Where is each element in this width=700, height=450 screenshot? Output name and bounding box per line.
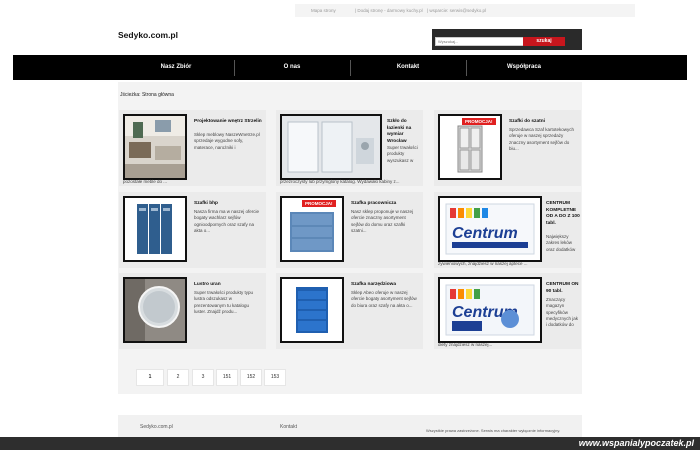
product-title[interactable]: Szafka pracownicza xyxy=(351,201,419,208)
product-title[interactable]: CENTRUM KOMPLETNE OD A DO Z 100 tabl. xyxy=(546,201,580,227)
svg-text:Centrum: Centrum xyxy=(452,225,518,242)
product-title[interactable]: Szkło do łazienki na wymiar Wrocław xyxy=(387,119,421,145)
product-card[interactable]: Centrum CENTRUM ON 90 tabl. Znaczący mag… xyxy=(434,273,581,349)
product-description-more: pozostałe meble do ... xyxy=(123,179,168,184)
nav-item-o-nas[interactable]: O nas xyxy=(235,55,349,80)
page-button-151[interactable]: 151 xyxy=(216,369,238,386)
product-image[interactable] xyxy=(123,277,187,343)
footer-site-name[interactable]: Sedyko.com.pl xyxy=(140,424,173,430)
product-card[interactable]: Projektowanie wnętrz Strzelin Sklep mebl… xyxy=(119,110,266,186)
main-navigation: Nasz Zbiór O nas Kontakt Współpraca xyxy=(13,55,687,80)
page-button-1[interactable]: 1 xyxy=(136,369,164,386)
product-card[interactable]: Lustro uran Super trwałości produkty typ… xyxy=(119,273,266,349)
product-title[interactable]: Lustro uran xyxy=(194,282,262,289)
footer: Sedyko.com.pl Kontakt Wszystkie prawa za… xyxy=(118,415,582,437)
product-image[interactable]: PROMOCJA! xyxy=(438,114,502,180)
sitemap-link[interactable]: Mapa strony xyxy=(311,8,336,13)
product-description: Największy zakres leków oraz dodatków xyxy=(546,234,576,252)
product-title[interactable]: Projektowanie wnętrz Strzelin xyxy=(194,119,262,126)
site-logo[interactable]: Sedyko.com.pl xyxy=(118,30,178,40)
product-image[interactable]: Centrum xyxy=(438,196,542,262)
product-image[interactable] xyxy=(123,114,187,180)
product-image[interactable] xyxy=(280,114,382,180)
product-card[interactable]: Szkło do łazienki na wymiar Wrocław Supe… xyxy=(276,110,423,186)
product-title[interactable]: Szafki bhp xyxy=(194,201,262,208)
product-description: Znaczący magazyn specyfików medycznych j… xyxy=(546,297,579,328)
product-description: Sklep meblowy NaszeWnetrze.pl sprzedaje … xyxy=(194,132,260,150)
product-description: Sklep Abeo oferuje w naszej ofercie boga… xyxy=(351,290,417,308)
search-input[interactable] xyxy=(435,37,525,46)
page-button-152[interactable]: 152 xyxy=(240,369,262,386)
product-image[interactable]: PROMOCJA! xyxy=(280,196,344,262)
product-description: Nasz sklep proponuje w naszej ofercie zn… xyxy=(351,209,414,233)
product-description: Super trwałości produkty typu lustra ods… xyxy=(194,290,254,314)
search-box: szukaj xyxy=(432,29,582,50)
breadcrumb: Jścieżka: Strona główna xyxy=(120,92,174,98)
product-card[interactable]: PROMOCJA! Szafki do szatni Sprzedawca Sz… xyxy=(434,110,581,186)
product-description-more: żywieniowych, znajdziesz w naszej aptece… xyxy=(438,261,528,266)
product-description: Sprzedawca Szaf kartotekowych oferuje w … xyxy=(509,127,575,151)
page-button-153[interactable]: 153 xyxy=(264,369,286,386)
product-card[interactable]: Centrum CENTRUM KOMPLETNE OD A DO Z 100 … xyxy=(434,192,581,268)
page-button-3[interactable]: 3 xyxy=(192,369,214,386)
product-image[interactable] xyxy=(280,277,344,343)
page-button-2[interactable]: 2 xyxy=(167,369,189,386)
nav-item-kontakt[interactable]: Kontakt xyxy=(351,55,465,80)
nav-item-nasz-zbior[interactable]: Nasz Zbiór xyxy=(119,55,233,80)
product-image[interactable]: Centrum xyxy=(438,277,542,343)
footer-contact-link[interactable]: Kontakt xyxy=(280,424,297,430)
product-description: Super trwałości produkty wyszukasz w xyxy=(387,145,418,163)
product-title[interactable]: CENTRUM ON 90 tabl. xyxy=(546,282,580,295)
product-card[interactable]: Szafki bhp Nasza firma ma w naszej oferc… xyxy=(119,192,266,268)
product-title[interactable]: Szafki do szatni xyxy=(509,119,577,126)
product-description-more: przezroczysty lub przymglony katalog. Wy… xyxy=(280,179,400,184)
product-image[interactable] xyxy=(123,196,187,262)
product-card[interactable]: Szafka narzędziowa Sklep Abeo oferuje w … xyxy=(276,273,423,349)
nav-item-wspolpraca[interactable]: Współpraca xyxy=(467,55,581,80)
watermark-text: www.wspanialypoczatek.pl xyxy=(578,438,694,448)
product-description-more: diety znajdziesz w naszej... xyxy=(438,342,493,347)
promo-badge: PROMOCJA! xyxy=(462,118,496,125)
footer-copyright: Wszystkie prawa zastrzeżone. Serwis ma c… xyxy=(426,428,561,433)
promo-badge: PROMOCJA! xyxy=(302,200,336,207)
watermark-bar: www.wspanialypoczatek.pl xyxy=(0,437,700,450)
add-site-link[interactable]: | Dodaj stronę - darmowy kuchy.pl xyxy=(355,8,423,13)
product-card[interactable]: PROMOCJA! Szafka pracownicza Nasz sklep … xyxy=(276,192,423,268)
search-button[interactable]: szukaj xyxy=(523,37,565,46)
product-title[interactable]: Szafka narzędziowa xyxy=(351,282,419,289)
support-link[interactable]: | wsparcie: serwis@sedyko.pl xyxy=(427,8,486,13)
top-utility-bar: Mapa strony | Dodaj stronę - darmowy kuc… xyxy=(295,4,635,17)
product-description: Nasza firma ma w naszej ofercie bogaty w… xyxy=(194,209,260,233)
